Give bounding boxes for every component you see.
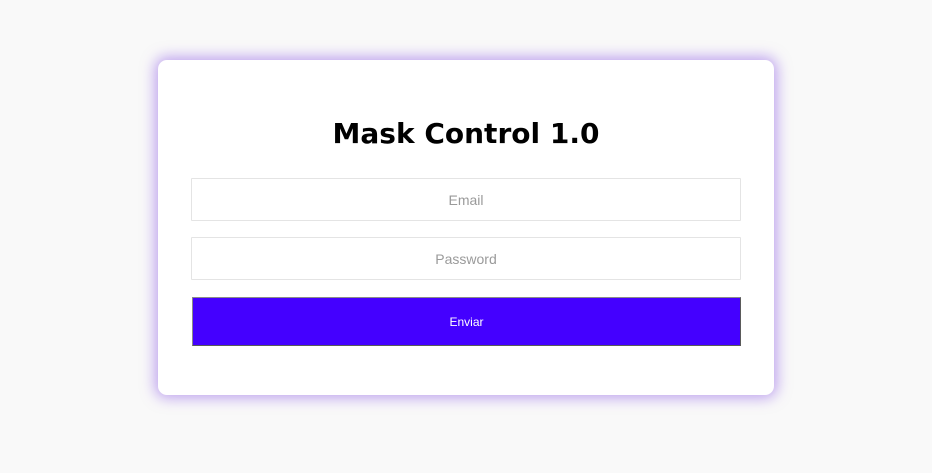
page-background: { "login": { "title": "Mask Control 1.0"… [0,0,932,473]
login-card: Mask Control 1.0 Enviar [158,60,774,395]
page-title: Mask Control 1.0 [332,117,600,150]
password-field[interactable] [191,237,741,280]
submit-button[interactable]: Enviar [192,297,741,346]
email-field[interactable] [191,178,741,221]
